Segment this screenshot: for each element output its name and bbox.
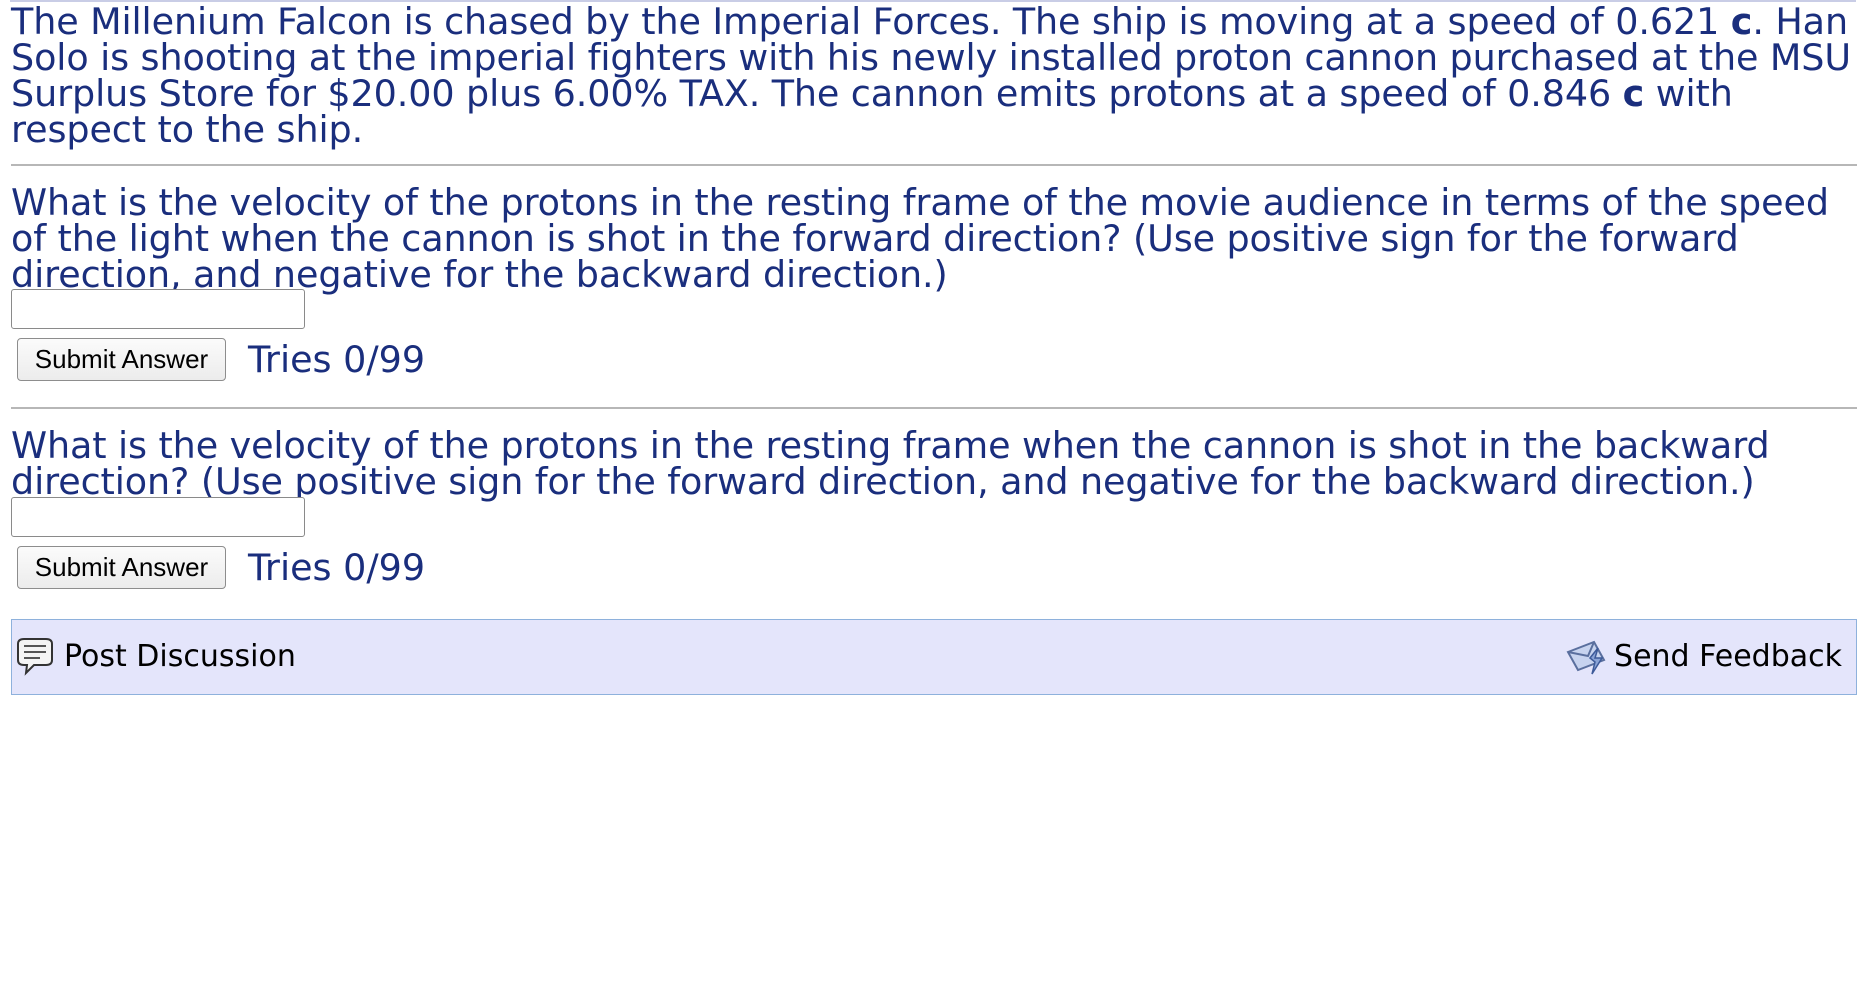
send-feedback-label: Send Feedback <box>1614 639 1842 674</box>
section-divider <box>11 164 1857 166</box>
problem-statement: The Millenium Falcon is chased by the Im… <box>11 3 1857 148</box>
answer-input-1[interactable] <box>11 289 305 329</box>
post-discussion-link[interactable]: Post Discussion <box>12 620 296 693</box>
discussion-bubble-icon <box>12 634 58 680</box>
tries-counter-1: Tries 0/99 <box>248 338 426 381</box>
post-discussion-label: Post Discussion <box>64 639 296 674</box>
answer-input-2[interactable] <box>11 497 305 537</box>
question-1-text: What is the velocity of the protons in t… <box>11 181 1829 296</box>
feedback-envelope-icon <box>1564 634 1610 680</box>
tries-counter-2: Tries 0/99 <box>248 546 426 589</box>
footer-bar: Post Discussion Send Feedback <box>11 619 1857 695</box>
submit-answer-button-2[interactable]: Submit Answer <box>17 546 226 589</box>
section-divider <box>11 407 1857 409</box>
send-feedback-link[interactable]: Send Feedback <box>1564 620 1842 693</box>
speed-of-light-symbol: c <box>1622 72 1645 115</box>
question-2-text: What is the velocity of the protons in t… <box>11 424 1770 503</box>
submit-answer-button-1[interactable]: Submit Answer <box>17 338 226 381</box>
